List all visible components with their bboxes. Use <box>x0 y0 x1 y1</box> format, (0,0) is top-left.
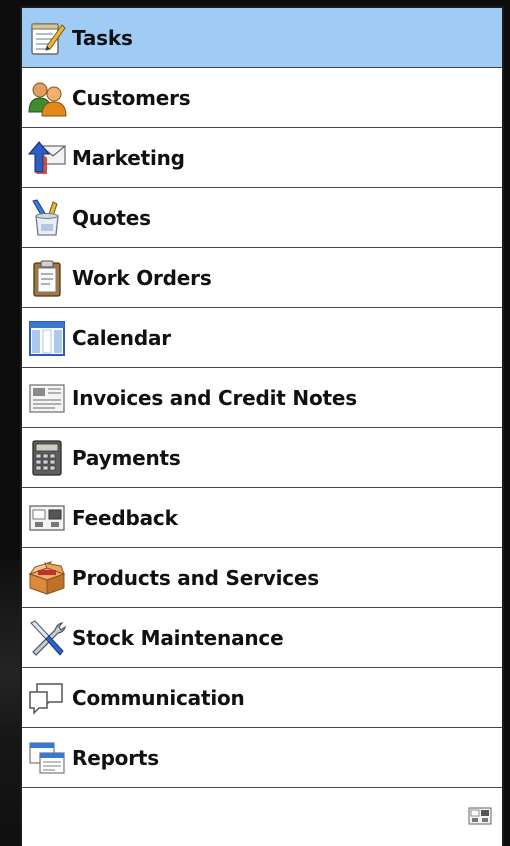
nav-item-products-and-services[interactable]: Products and Services <box>22 548 502 608</box>
configure-pane-icon[interactable] <box>468 806 492 826</box>
calculator-icon <box>22 434 72 482</box>
nav-item-label: Stock Maintenance <box>72 625 284 650</box>
speech-bubbles-icon <box>22 674 72 722</box>
nav-item-communication[interactable]: Communication <box>22 668 502 728</box>
nav-item-payments[interactable]: Payments <box>22 428 502 488</box>
nav-item-customers[interactable]: Customers <box>22 68 502 128</box>
people-icon <box>22 74 72 122</box>
open-box-icon <box>22 554 72 602</box>
nav-item-marketing[interactable]: Marketing <box>22 128 502 188</box>
nav-item-tasks[interactable]: Tasks <box>22 8 502 68</box>
nav-item-calendar[interactable]: Calendar <box>22 308 502 368</box>
nav-item-label: Quotes <box>72 205 151 230</box>
nav-item-label: Reports <box>72 745 159 770</box>
nav-item-label: Communication <box>72 685 245 710</box>
notepad-pencil-icon <box>22 14 72 62</box>
nav-item-label: Products and Services <box>72 565 319 590</box>
nav-item-label: Customers <box>72 85 191 110</box>
nav-item-invoices-and-credit-notes[interactable]: Invoices and Credit Notes <box>22 368 502 428</box>
nav-item-label: Marketing <box>72 145 185 170</box>
nav-item-reports[interactable]: Reports <box>22 728 502 788</box>
pencil-cup-icon <box>22 194 72 242</box>
navigation-footer <box>22 788 502 846</box>
calendar-icon <box>22 314 72 362</box>
nav-item-label: Feedback <box>72 505 178 530</box>
wrench-screwdriver-icon <box>22 614 72 662</box>
nav-item-label: Invoices and Credit Notes <box>72 385 357 410</box>
nav-item-work-orders[interactable]: Work Orders <box>22 248 502 308</box>
background-streak <box>0 560 20 846</box>
nav-item-feedback[interactable]: Feedback <box>22 488 502 548</box>
nav-item-label: Payments <box>72 445 181 470</box>
feedback-panel-icon <box>22 494 72 542</box>
navigation-pane: Tasks Customers Marketing Quotes Work Or… <box>20 6 504 846</box>
report-windows-icon <box>22 734 72 782</box>
nav-item-label: Tasks <box>72 25 133 50</box>
newspaper-icon <box>22 374 72 422</box>
nav-item-stock-maintenance[interactable]: Stock Maintenance <box>22 608 502 668</box>
nav-item-label: Work Orders <box>72 265 212 290</box>
nav-item-label: Calendar <box>72 325 171 350</box>
nav-item-quotes[interactable]: Quotes <box>22 188 502 248</box>
envelope-arrow-icon <box>22 134 72 182</box>
clipboard-icon <box>22 254 72 302</box>
